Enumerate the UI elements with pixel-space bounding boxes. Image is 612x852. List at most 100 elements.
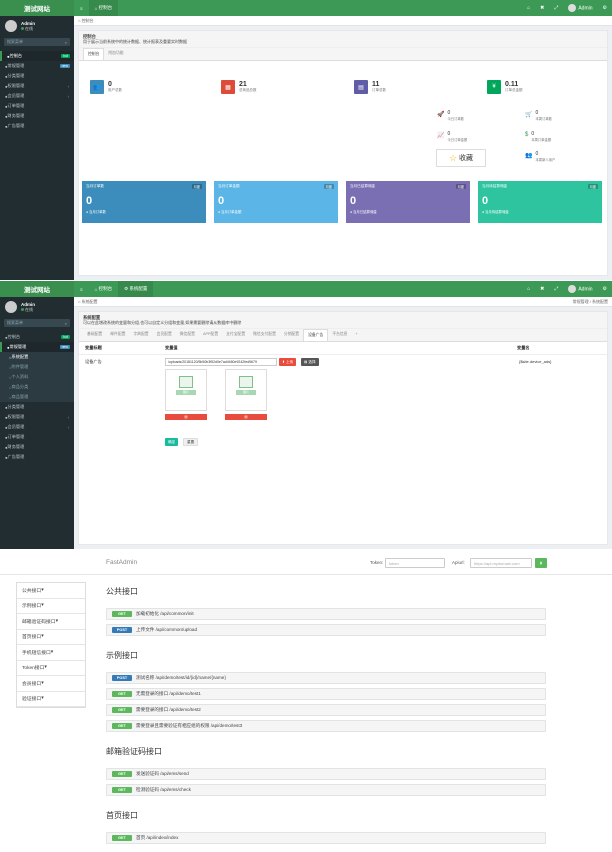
api-nav-label: 首页接口	[22, 635, 42, 641]
settings-tab-9[interactable]: 设备广告	[303, 329, 329, 341]
fullscreen-icon[interactable]: ⤢	[549, 5, 563, 11]
fullscreen-icon-2[interactable]: ⤢	[549, 286, 563, 292]
stat-label: 订单总金额	[505, 88, 523, 92]
breadcrumb-label[interactable]: 控制台	[82, 18, 94, 24]
settings-sidebar-item-0[interactable]: ● 控制台 hot	[0, 332, 74, 342]
path-input[interactable]: /uploads/20181120/5b50b3f52d0e7ad4460e92…	[165, 358, 277, 366]
api-nav-item-7[interactable]: 验证接口 ▾	[17, 692, 85, 707]
bread-right-0[interactable]: 常规管理	[573, 299, 589, 304]
image-thumb-2[interactable]: 图片删	[225, 369, 267, 420]
api-nav-item-2[interactable]: 邮箱验证码接口 ▾	[17, 614, 85, 630]
settings-sidebar-item-12[interactable]: ● 广告管理	[0, 452, 74, 462]
api-endpoint[interactable]: GET 无需登录的接口 /api/demo/test1	[106, 688, 546, 700]
sidebar-item-2[interactable]: ● 分类管理	[0, 71, 74, 81]
api-nav-item-1[interactable]: 示例接口 ▾	[17, 599, 85, 614]
settings-sidebar-item-3[interactable]: ○ 附件管理	[0, 362, 74, 372]
settings-tab-11[interactable]: +	[351, 329, 361, 341]
settings-tab-2[interactable]: 字典配置	[129, 329, 152, 341]
api-endpoint[interactable]: GET 需要登录的接口 /api/demo/test2	[106, 704, 546, 716]
method-badge: POST	[112, 675, 132, 681]
tab-dashboard-2[interactable]: ⌂ 控制台	[89, 281, 118, 297]
settings-tab-1[interactable]: 邮件配置	[106, 329, 129, 341]
settings-sidebar-item-label: 分类管理	[7, 404, 25, 409]
sidebar-item-5[interactable]: ● 订单管理	[0, 101, 74, 111]
apiurl-input[interactable]: https://api.mydomain.com	[470, 558, 532, 568]
api-endpoint[interactable]: GET 加载初始化 /api/common/init	[106, 608, 546, 620]
token-input[interactable]: token	[385, 558, 445, 568]
api-endpoint[interactable]: POST 测试名称 /api/demo/test/id/{id}/name/{na…	[106, 672, 546, 684]
search-icon[interactable]: ⌕	[65, 40, 67, 45]
settings-sidebar-item-9[interactable]: ● 会员管理 ‹	[0, 422, 74, 432]
settings-sidebar-item-11[interactable]: ● 财务管理	[0, 442, 74, 452]
trash-icon[interactable]: ✖	[535, 5, 549, 11]
settings-sidebar-item-5[interactable]: ○ 商品分类	[0, 382, 74, 392]
settings-sidebar-item-10[interactable]: ● 订单管理	[0, 432, 74, 442]
settings-tab-3[interactable]: 会员配置	[153, 329, 176, 341]
sidebar-item-7[interactable]: ● 广告管理	[0, 121, 74, 131]
home-icon-2[interactable]: ⌂	[522, 286, 535, 292]
api-nav-item-3[interactable]: 首页接口 ▾	[17, 630, 85, 645]
brand-logo-2[interactable]: 测试网站	[0, 281, 74, 297]
cart-icon: ▦	[221, 80, 235, 94]
reset-button[interactable]: 重置	[183, 438, 199, 446]
breadcrumb-2-label[interactable]: 系统配置	[82, 299, 98, 305]
settings-sidebar-item-2[interactable]: ○ 系统配置	[0, 352, 74, 362]
delete-thumb-1-button[interactable]: 删	[165, 414, 207, 420]
settings-tab-0[interactable]: 基础配置	[83, 329, 106, 341]
choose-button[interactable]: ▤ 选择	[301, 358, 319, 366]
api-nav-item-5[interactable]: Token接口 ▾	[17, 661, 85, 676]
dash-tab-1[interactable]: 附加功能	[104, 48, 127, 60]
upload-button[interactable]: ⬆ 上传	[279, 358, 297, 366]
search-input[interactable]: 搜索菜单 ⌕	[4, 38, 70, 46]
menu-toggle-icon-2[interactable]: ≡	[74, 281, 89, 297]
sidebar-item-1[interactable]: ● 常规管理 new	[0, 61, 74, 71]
endpoint-label: 加载初始化 /api/common/init	[136, 611, 194, 616]
submit-button[interactable]: 确定	[165, 438, 179, 446]
settings-gear-icon-2[interactable]: ⚙	[598, 286, 612, 292]
user-menu-2[interactable]: Admin	[563, 285, 597, 293]
api-brand[interactable]: FastAdmin	[106, 559, 137, 566]
menu-toggle-icon[interactable]: ≡	[74, 0, 89, 16]
settings-sidebar-item-6[interactable]: ○ 商品管理	[0, 392, 74, 402]
api-endpoint[interactable]: GET 首页 /api/index/index	[106, 832, 546, 844]
settings-gear-icon[interactable]: ⚙	[598, 5, 612, 11]
menu-badge: hot	[61, 54, 70, 58]
sidebar-item-3[interactable]: ● 权限管理 ‹	[0, 81, 74, 91]
stat-card-1: ▦ 21 总商品总数	[221, 80, 257, 94]
image-thumb-1[interactable]: 图片删	[165, 369, 207, 420]
save-config-icon[interactable]: ▮	[535, 558, 547, 568]
api-endpoint[interactable]: GET 检测验证码 /api/ems/check	[106, 784, 546, 796]
settings-sidebar-item-4[interactable]: ○ 个人资料	[0, 372, 74, 382]
settings-tab-7[interactable]: 微信支付配置	[249, 329, 280, 341]
dash-tab-0[interactable]: 控制台	[83, 48, 105, 60]
sidebar-item-4[interactable]: ● 会员管理 ‹	[0, 91, 74, 101]
api-nav-item-4[interactable]: 手机短信接口 ▾	[17, 645, 85, 661]
trash-icon-2[interactable]: ✖	[535, 286, 549, 292]
settings-sidebar-item-8[interactable]: ● 权限管理 ‹	[0, 412, 74, 422]
api-nav-item-0[interactable]: 公共接口 ▾	[17, 583, 85, 599]
api-endpoint[interactable]: GET 需要登录且需要验证有相应组的权限 /api/demo/test3	[106, 720, 546, 732]
api-endpoint[interactable]: POST 上传文件 /api/common/upload	[106, 624, 546, 636]
user-menu[interactable]: Admin	[563, 4, 597, 12]
settings-sidebar-item-7[interactable]: ● 分类管理	[0, 402, 74, 412]
endpoint-label: 首页 /api/index/index	[136, 835, 179, 840]
sidebar-item-0[interactable]: ● 控制台 hot	[0, 51, 74, 61]
tab-dashboard[interactable]: ⌂ 控制台	[88, 0, 119, 16]
bread-right-1[interactable]: 系统配置	[592, 299, 608, 304]
settings-sidebar-item-1[interactable]: ● 常规管理 new	[0, 342, 74, 352]
brand-logo[interactable]: 测试网站	[0, 0, 74, 16]
settings-tab-5[interactable]: APP配置	[199, 329, 222, 341]
home-icon[interactable]: ⌂	[522, 5, 535, 11]
settings-tab-6[interactable]: 支付宝配置	[222, 329, 249, 341]
api-nav-item-6[interactable]: 会员接口 ▾	[17, 676, 85, 692]
favorite-tooltip[interactable]: ☆ 收藏	[436, 149, 486, 167]
settings-tab-10[interactable]: 平台信息	[328, 329, 351, 341]
api-endpoint[interactable]: GET 发送验证码 /api/ems/send	[106, 768, 546, 780]
delete-thumb-2-button[interactable]: 删	[225, 414, 267, 420]
tab-system-config[interactable]: ⚙ 系统配置	[118, 281, 154, 297]
settings-tab-4[interactable]: 微信配置	[176, 329, 199, 341]
settings-tab-8[interactable]: 分销配置	[280, 329, 303, 341]
search-input-2[interactable]: 搜索菜单 ⌕	[4, 319, 70, 327]
search-icon-2[interactable]: ⌕	[65, 321, 67, 326]
sidebar-item-6[interactable]: ● 财务管理	[0, 111, 74, 121]
